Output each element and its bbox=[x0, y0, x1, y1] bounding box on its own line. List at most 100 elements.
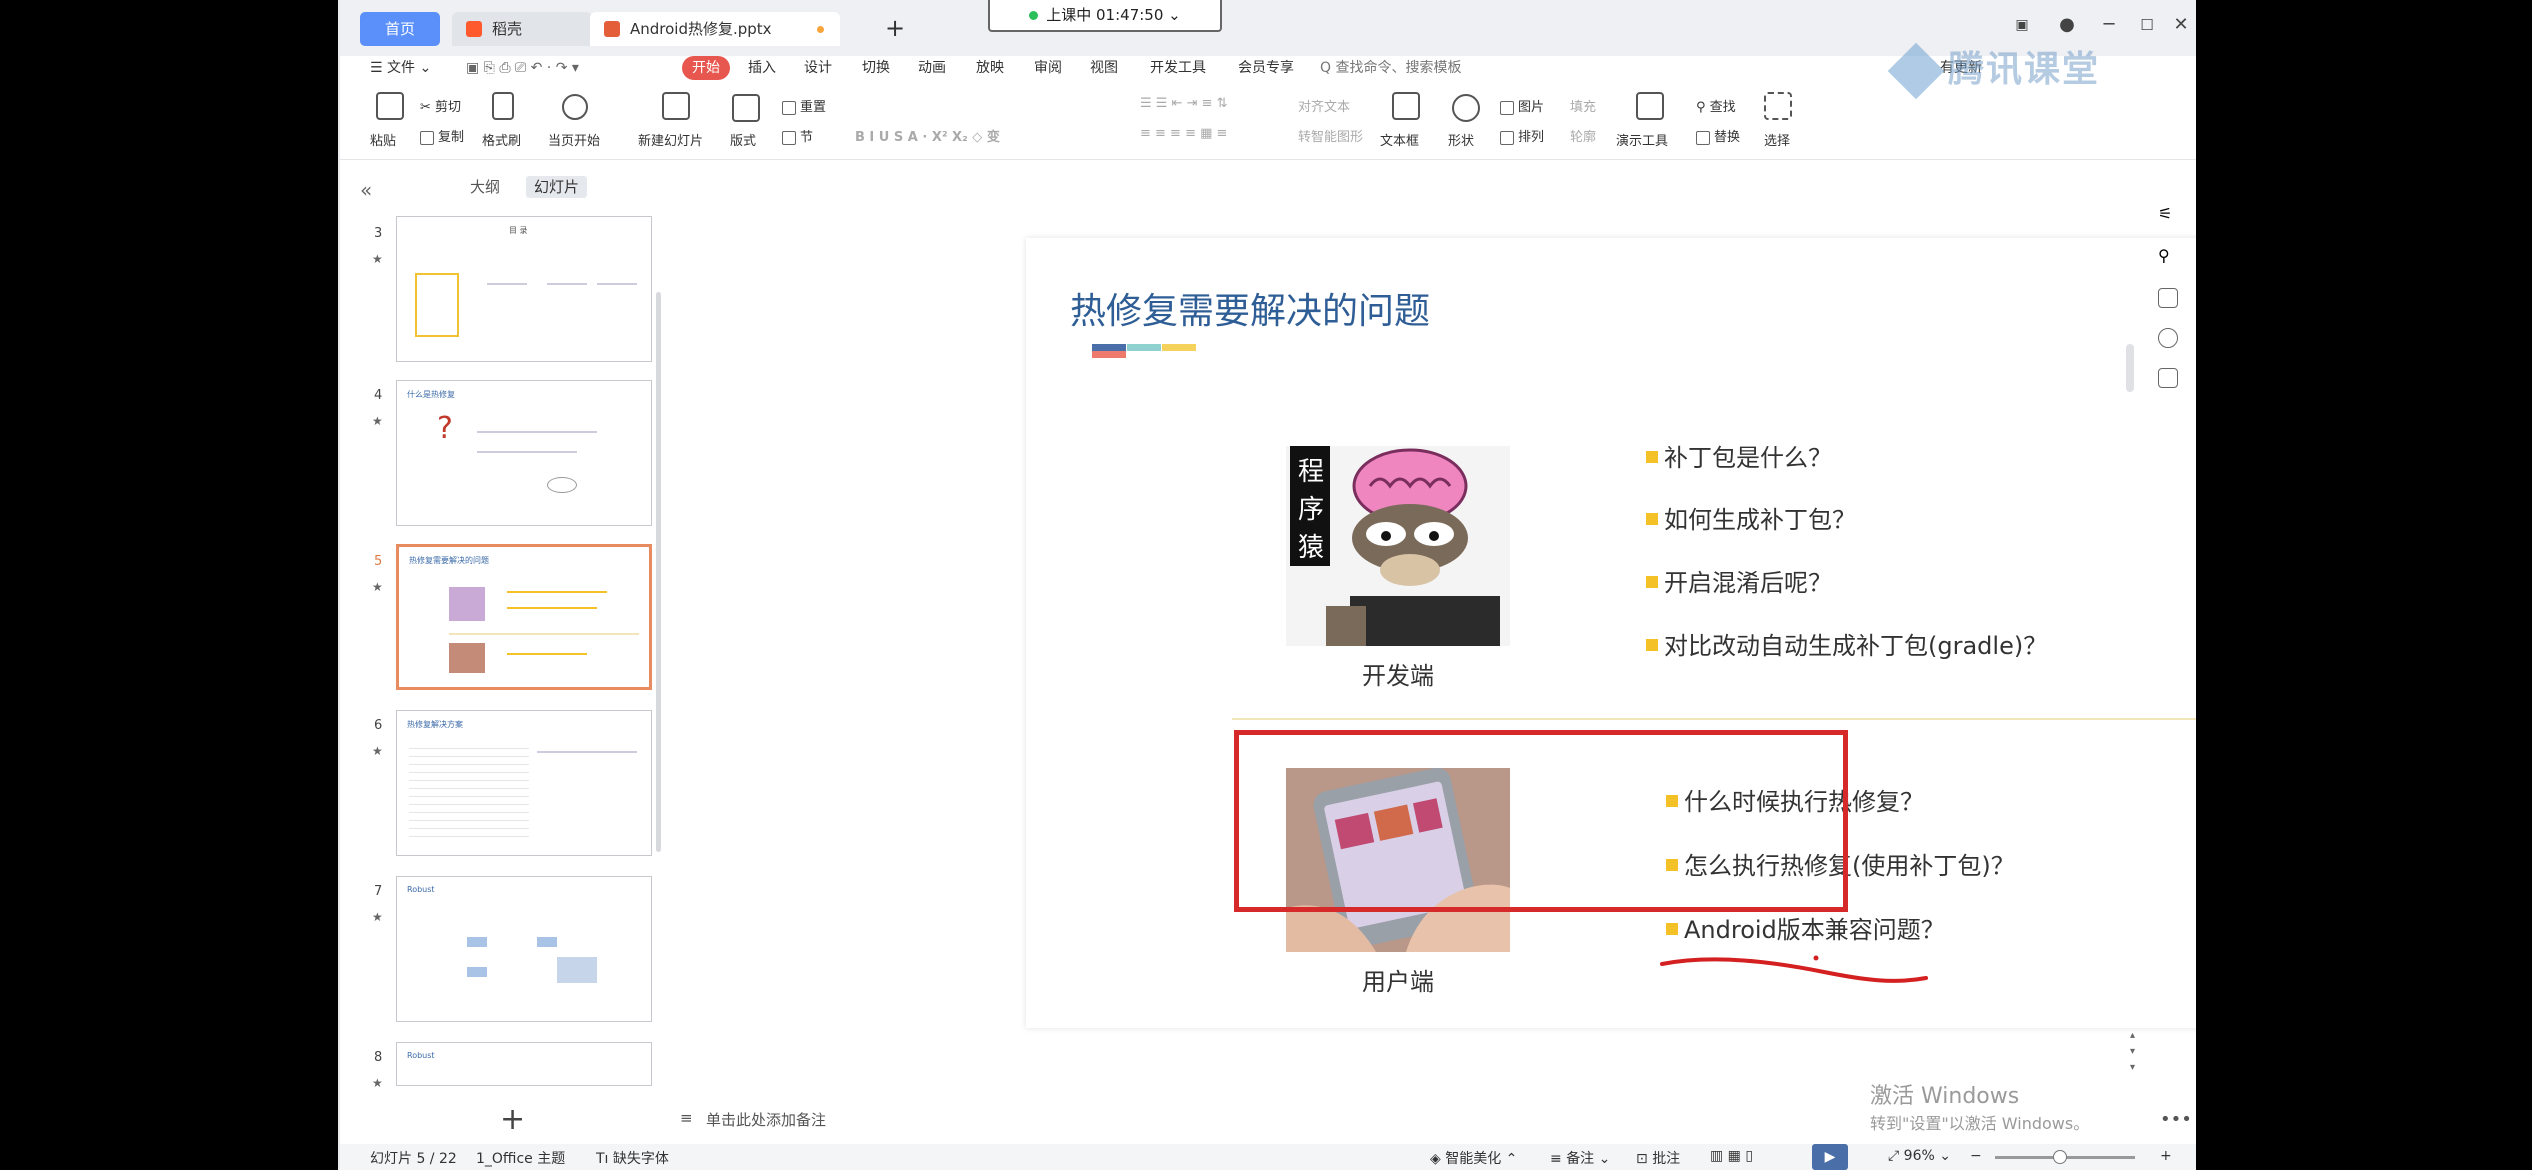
slide-thumbnail[interactable]: Robust bbox=[396, 1042, 652, 1086]
format-painter-button[interactable]: 格式刷 bbox=[482, 130, 521, 149]
new-slide-button[interactable]: 新建幻灯片 bbox=[638, 130, 703, 149]
new-tab-button[interactable]: + bbox=[878, 12, 912, 46]
user-bullet[interactable]: Android版本兼容问题？ bbox=[1666, 910, 1945, 945]
command-search[interactable]: Q 查找命令、搜索模板 bbox=[1320, 56, 1461, 80]
monkey-label-char: 序 bbox=[1298, 495, 1324, 525]
play-slideshow-button[interactable]: ▶ bbox=[1812, 1144, 1848, 1170]
notes-bar[interactable]: ≡ 单击此处添加备注 ••• bbox=[340, 1105, 2196, 1135]
layout-button[interactable]: 版式 bbox=[730, 130, 756, 149]
fill-button[interactable]: 填充 bbox=[1570, 96, 1596, 115]
dev-bullet[interactable]: 开启混淆后呢？ bbox=[1646, 563, 1832, 598]
reset-icon bbox=[782, 100, 796, 115]
textbox-button[interactable]: 文本框 bbox=[1380, 130, 1419, 149]
zoom-out-button[interactable]: − bbox=[1970, 1148, 1982, 1164]
present-tools-icon[interactable] bbox=[1636, 92, 1664, 120]
copy-button[interactable]: 复制 bbox=[420, 126, 464, 145]
paste-button[interactable]: 粘贴 bbox=[370, 130, 396, 149]
slide-thumbnail[interactable]: 目 录 bbox=[396, 216, 652, 362]
archive-icon[interactable] bbox=[2158, 368, 2178, 388]
menu-start[interactable]: 开始 bbox=[682, 56, 730, 80]
bullet-square-icon bbox=[1646, 639, 1658, 651]
slide-thumbnail-active[interactable]: 热修复需要解决的问题 bbox=[396, 544, 652, 690]
view-mode-icons[interactable]: ▥ ▦ ▯ bbox=[1710, 1148, 1753, 1164]
menu-view[interactable]: 视图 bbox=[1090, 56, 1118, 80]
menu-review[interactable]: 审阅 bbox=[1034, 56, 1062, 80]
slide-title[interactable]: 热修复需要解决的问题 bbox=[1070, 282, 1430, 334]
section-button[interactable]: 节 bbox=[782, 126, 813, 145]
minimize-button[interactable]: ─ bbox=[2092, 10, 2126, 40]
comments-button[interactable]: ⊡ 批注 bbox=[1636, 1148, 1680, 1168]
tab-outline[interactable]: 大纲 bbox=[462, 176, 508, 198]
dev-bullet[interactable]: 补丁包是什么？ bbox=[1646, 438, 1832, 473]
play-from-current-icon[interactable] bbox=[562, 94, 588, 120]
page-nav-arrows[interactable]: ▴ ▾ ▾ bbox=[2130, 1028, 2135, 1076]
slide-thumbnail[interactable]: 热修复解决方案 bbox=[396, 710, 652, 856]
slide-thumbnail[interactable]: Robust bbox=[396, 876, 652, 1022]
zoom-level[interactable]: ⤢ 96% ⌄ bbox=[1888, 1148, 1951, 1164]
tab-home[interactable]: 首页 bbox=[360, 12, 440, 46]
select-icon[interactable] bbox=[1764, 92, 1792, 120]
zoom-slider-handle[interactable] bbox=[2053, 1150, 2067, 1164]
tab-docer[interactable]: 稻壳 bbox=[452, 12, 592, 46]
quick-access-icons[interactable]: ▣ ⎘ ⎙ ⎚ ↶ · ↷ ▾ bbox=[466, 56, 579, 80]
avatar[interactable]: ● bbox=[2050, 10, 2084, 40]
notes-placeholder[interactable]: 单击此处添加备注 bbox=[706, 1109, 826, 1130]
settings-sliders-icon[interactable]: ⚟ bbox=[2158, 204, 2178, 224]
replace-button[interactable]: 替换 bbox=[1696, 126, 1740, 145]
reset-button[interactable]: 重置 bbox=[782, 96, 826, 115]
help-icon[interactable] bbox=[2158, 328, 2178, 348]
paragraph-align-icons[interactable]: ≡ ≡ ≡ ≡ ▦ ≡ bbox=[1140, 126, 1227, 141]
panel-toggle-icon[interactable]: ▣ bbox=[2005, 10, 2039, 40]
panel-scrollbar[interactable] bbox=[656, 292, 661, 852]
play-from-current-button[interactable]: 当页开始 bbox=[548, 130, 600, 149]
programmer-monkey-image[interactable]: 程 序 猿 bbox=[1286, 446, 1510, 646]
canvas-scrollbar[interactable] bbox=[2126, 344, 2134, 392]
file-menu[interactable]: ☰ 文件 ⌄ bbox=[370, 56, 431, 80]
zoom-in-button[interactable]: + bbox=[2160, 1148, 2172, 1164]
outline-button[interactable]: 轮廓 bbox=[1570, 126, 1596, 145]
select-button[interactable]: 选择 bbox=[1764, 130, 1790, 149]
menu-insert[interactable]: 插入 bbox=[748, 56, 776, 80]
list-icons[interactable]: ☰ ☰ ⇤ ⇥ ≡ ⇅ bbox=[1140, 96, 1228, 111]
menu-animation[interactable]: 动画 bbox=[918, 56, 946, 80]
more-icon[interactable]: ••• bbox=[2160, 1109, 2192, 1130]
present-tools-button[interactable]: 演示工具 bbox=[1616, 130, 1668, 149]
textbox-icon[interactable] bbox=[1392, 92, 1420, 120]
thumb-line bbox=[487, 283, 527, 285]
collapse-panel-icon[interactable]: « bbox=[360, 178, 372, 202]
menu-transition[interactable]: 切换 bbox=[862, 56, 890, 80]
tab-slides[interactable]: 幻灯片 bbox=[526, 176, 588, 198]
tab-document[interactable]: Android热修复.pptx bbox=[590, 12, 840, 46]
thumb-title: 什么是热修复 bbox=[407, 390, 455, 399]
slide-thumbnail[interactable]: 什么是热修复 ? bbox=[396, 380, 652, 526]
menu-membership[interactable]: 会员专享 bbox=[1238, 56, 1294, 80]
maximize-button[interactable]: ☐ bbox=[2130, 10, 2164, 40]
unsaved-dot-icon bbox=[817, 26, 824, 33]
live-class-badge[interactable]: 上课中 01:47:50 ⌄ bbox=[988, 0, 1222, 32]
cut-button[interactable]: ✂ 剪切 bbox=[420, 96, 461, 115]
smart-beautify-button[interactable]: ◈ 智能美化 ⌃ bbox=[1430, 1148, 1517, 1168]
arrange-button[interactable]: 排列 bbox=[1500, 126, 1544, 145]
pin-icon[interactable]: ⚲ bbox=[2158, 246, 2178, 266]
panel-icon[interactable] bbox=[2158, 288, 2178, 308]
convert-smartart-button[interactable]: 转智能图形 bbox=[1298, 126, 1363, 145]
dev-bullet[interactable]: 如何生成补丁包？ bbox=[1646, 500, 1856, 535]
format-painter-icon[interactable] bbox=[492, 92, 514, 120]
paste-icon[interactable] bbox=[376, 92, 404, 120]
shape-icon[interactable] bbox=[1452, 94, 1480, 122]
notes-toggle-button[interactable]: ≡ 备注 ⌄ bbox=[1550, 1148, 1610, 1168]
layout-icon[interactable] bbox=[732, 94, 760, 122]
find-button[interactable]: ⚲ 查找 bbox=[1696, 96, 1736, 115]
menu-slideshow[interactable]: 放映 bbox=[976, 56, 1004, 80]
close-button[interactable]: ✕ bbox=[2164, 10, 2196, 40]
theme-name[interactable]: 1_Office 主题 bbox=[476, 1148, 565, 1168]
font-style-icons[interactable]: B I U S A · X² X₂ ◇ 变 bbox=[855, 126, 1000, 145]
missing-font-button[interactable]: Tı 缺失字体 bbox=[596, 1148, 669, 1168]
new-slide-icon[interactable] bbox=[662, 92, 690, 120]
dev-bullet[interactable]: 对比改动自动生成补丁包(gradle)？ bbox=[1646, 626, 2047, 661]
menu-developer[interactable]: 开发工具 bbox=[1150, 56, 1206, 80]
align-text-button[interactable]: 对齐文本 bbox=[1298, 96, 1350, 115]
shape-button[interactable]: 形状 bbox=[1448, 130, 1474, 149]
picture-button[interactable]: 图片 bbox=[1500, 96, 1544, 115]
menu-design[interactable]: 设计 bbox=[804, 56, 832, 80]
